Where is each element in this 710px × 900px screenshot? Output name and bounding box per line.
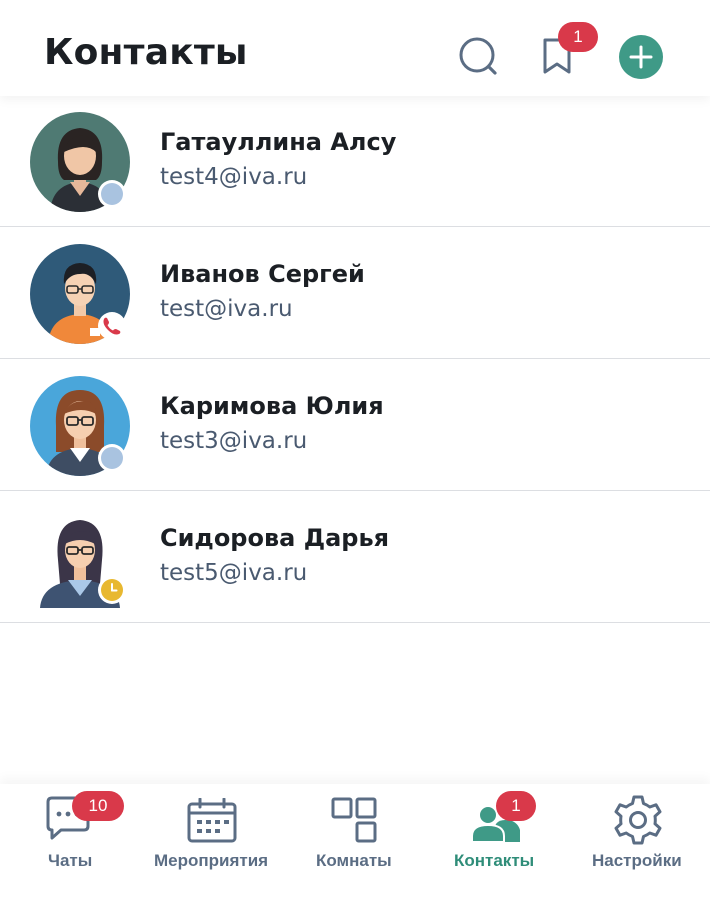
status-offline-icon [98, 444, 126, 472]
contact-email: test3@iva.ru [160, 428, 308, 454]
tab-label: Настройки [592, 851, 682, 870]
contact-name: Иванов Сергей [160, 260, 365, 288]
contact-name: Сидорова Дарья [160, 524, 390, 552]
contact-name: Гатауллина Алсу [160, 128, 397, 156]
status-in-call-icon [98, 312, 126, 340]
status-offline-icon [98, 180, 126, 208]
rooms-icon [331, 797, 377, 843]
contact-row[interactable]: Сидорова Дарья test5@iva.ru [0, 491, 710, 623]
contact-email: test5@iva.ru [160, 560, 308, 586]
tab-contacts[interactable]: 1 Контакты [450, 784, 546, 900]
search-button[interactable] [456, 34, 500, 78]
contacts-badge: 1 [496, 791, 536, 821]
contact-row[interactable]: Иванов Сергей test@iva.ru [0, 227, 710, 359]
tab-settings[interactable]: Настройки [588, 784, 688, 900]
bottom-tab-bar: 10 Чаты Мероприятия Комнаты 1 Контакты Н… [0, 784, 710, 900]
tab-events[interactable]: Мероприятия [150, 784, 274, 900]
tab-rooms[interactable]: Комнаты [310, 784, 402, 900]
status-away-clock-icon [98, 576, 126, 604]
tab-label: Чаты [48, 851, 93, 870]
contact-name: Каримова Юлия [160, 392, 384, 420]
plus-icon [629, 45, 653, 69]
contact-row[interactable]: Каримова Юлия test3@iva.ru [0, 359, 710, 491]
add-contact-button[interactable] [619, 35, 663, 79]
contact-list: Гатауллина Алсу test4@iva.ru Иванов Серг… [0, 95, 710, 623]
chats-badge: 10 [72, 791, 124, 821]
bookmarks-badge: 1 [558, 22, 598, 52]
tab-label: Контакты [454, 851, 535, 870]
contact-email: test4@iva.ru [160, 164, 308, 190]
page-title: Контакты [44, 32, 248, 73]
tab-label: Комнаты [316, 851, 392, 870]
gear-icon [614, 795, 662, 845]
tab-label: Мероприятия [154, 851, 269, 870]
contact-email: test@iva.ru [160, 296, 293, 322]
tab-chats[interactable]: 10 Чаты [20, 784, 124, 900]
contact-row[interactable]: Гатауллина Алсу test4@iva.ru [0, 95, 710, 227]
search-icon [459, 37, 497, 75]
top-bar: Контакты 1 [0, 0, 710, 96]
calendar-icon [187, 798, 237, 843]
